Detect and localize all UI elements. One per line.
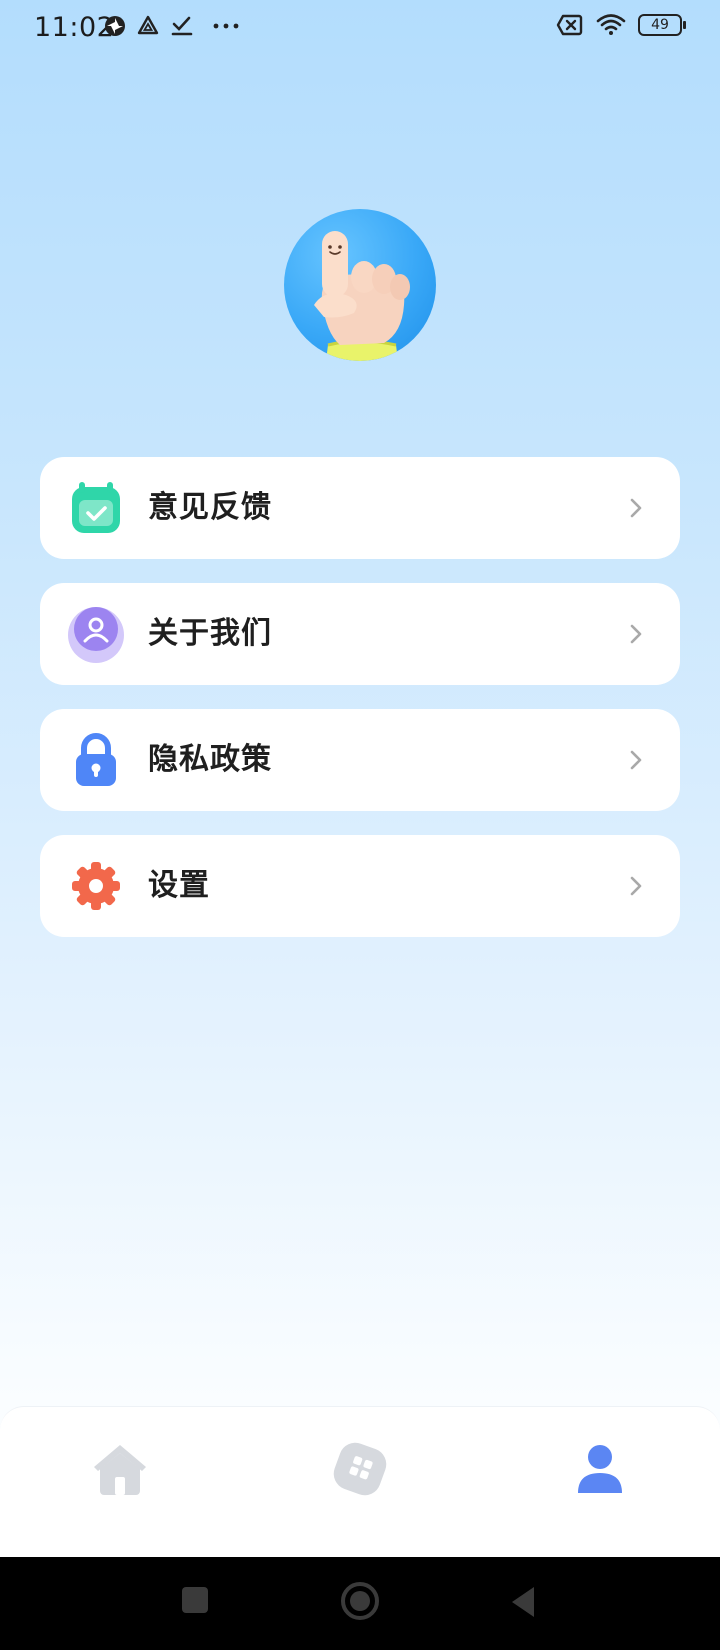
menu-item-settings[interactable]: 设置 [40, 835, 680, 937]
gear-icon [72, 862, 120, 910]
profile-icon [578, 1445, 622, 1493]
user-circle-icon [68, 607, 124, 663]
menu-item-feedback[interactable]: 意见反馈 [40, 457, 680, 559]
lock-icon [76, 733, 116, 786]
apps-icon [333, 1442, 387, 1496]
recent-apps-icon[interactable] [180, 1585, 210, 1615]
calendar-check-icon [72, 482, 120, 533]
chevron-right-icon [630, 876, 642, 896]
menu-item-label: 设置 [148, 868, 210, 903]
more-dots-icon [213, 23, 239, 29]
check-icon [171, 16, 193, 36]
status-right: 49 [556, 13, 686, 37]
sync-icon [105, 16, 125, 36]
menu-item-privacy-policy[interactable]: 隐私政策 [40, 709, 680, 811]
avatar[interactable] [284, 209, 436, 361]
drive-icon [137, 15, 159, 35]
chevron-right-icon [630, 498, 642, 518]
home-circle-icon[interactable] [340, 1581, 380, 1621]
tab-profile[interactable] [570, 1439, 630, 1499]
sim-off-icon [556, 14, 583, 36]
battery-icon: 49 [638, 14, 686, 36]
tab-home[interactable] [90, 1439, 150, 1499]
home-icon [94, 1445, 146, 1495]
tab-bar [0, 1406, 720, 1558]
menu-list: 意见反馈 关于我们 隐私政策 设置 [40, 457, 680, 961]
wifi-icon [596, 14, 626, 35]
back-icon[interactable] [508, 1585, 538, 1619]
pointing-finger-avatar [314, 231, 410, 361]
tab-apps[interactable] [330, 1439, 390, 1499]
chevron-right-icon [630, 624, 642, 644]
status-bar: 11:02 49 [0, 0, 720, 52]
system-nav-bar [0, 1557, 720, 1650]
menu-item-label: 隐私政策 [148, 742, 272, 777]
menu-item-label: 关于我们 [148, 616, 272, 651]
chevron-right-icon [630, 750, 642, 770]
menu-item-label: 意见反馈 [148, 490, 272, 525]
menu-item-about-us[interactable]: 关于我们 [40, 583, 680, 685]
